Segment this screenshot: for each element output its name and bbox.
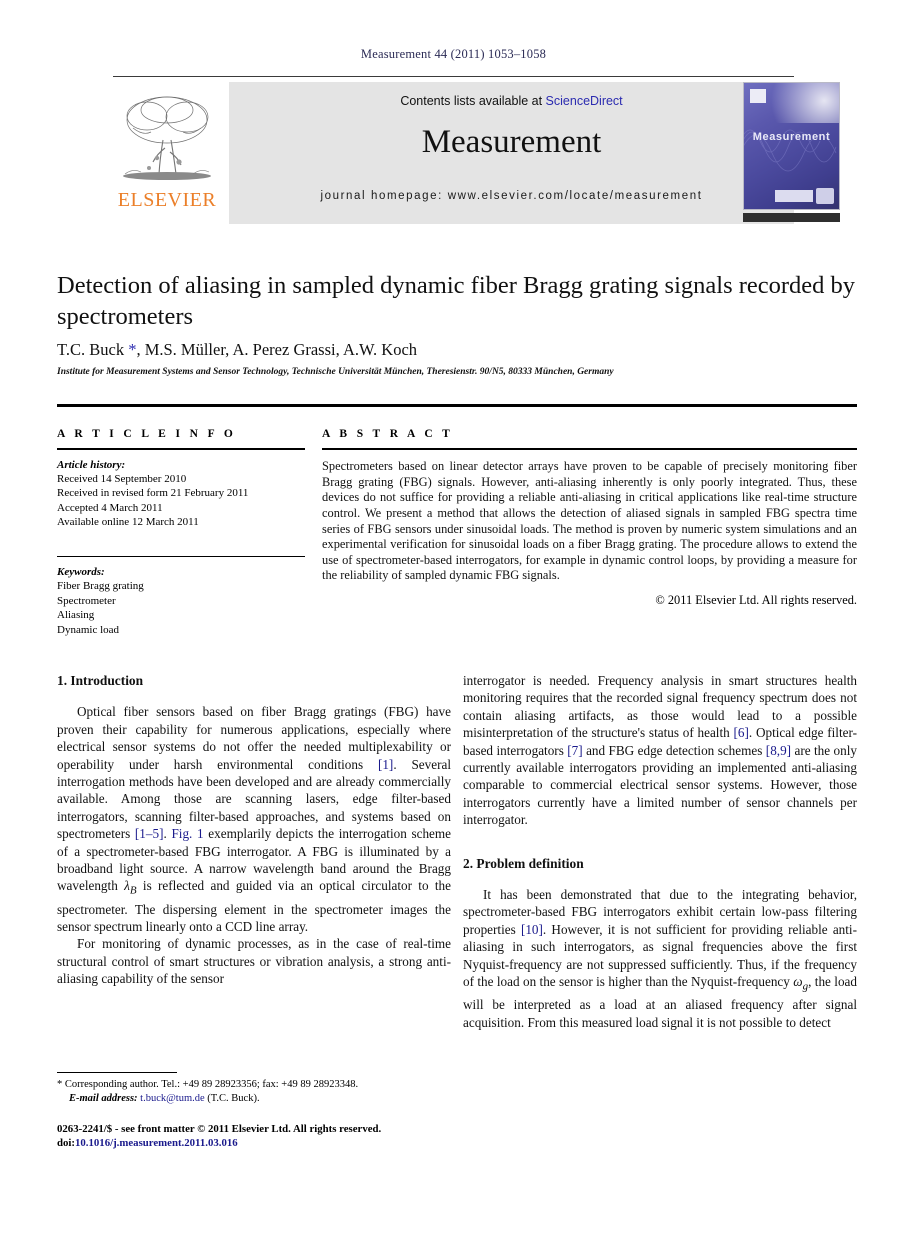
abstract-column: A B S T R A C T Spectrometers based on l… — [322, 428, 857, 608]
article-info-column: A R T I C L E I N F O Article history: R… — [57, 428, 305, 638]
contents-available-line: Contents lists available at ScienceDirec… — [229, 94, 794, 108]
history-accepted: Accepted 4 March 2011 — [57, 501, 163, 514]
keywords-rule — [57, 555, 305, 558]
masthead-rule — [113, 76, 794, 77]
abstract-rule — [322, 448, 857, 451]
page-title: Detection of aliasing in sampled dynamic… — [57, 272, 856, 330]
paragraph: interrogator is needed. Frequency analys… — [463, 672, 857, 829]
journal-masthead: ELSEVIER Contents lists available at Sci… — [113, 76, 794, 224]
contents-prefix: Contents lists available at — [400, 94, 546, 108]
email-address-label: E-mail address: — [69, 1092, 138, 1104]
article-history-label: Article history: — [57, 458, 126, 471]
citation-link[interactable]: [1] — [378, 757, 393, 772]
elsevier-logo: ELSEVIER — [113, 88, 221, 224]
symbol-lambda-subscript: B — [129, 885, 137, 898]
running-head: Measurement 44 (2011) 1053–1058 — [360, 47, 547, 61]
email-link[interactable]: t.buck@tum.de — [140, 1093, 205, 1104]
footnote-line-2: E-mail address: t.buck@tum.de (T.C. Buck… — [57, 1092, 451, 1106]
journal-homepage-link[interactable]: journal homepage: www.elsevier.com/locat… — [229, 190, 794, 202]
citation-link[interactable]: [6] — [734, 725, 749, 740]
paragraph: For monitoring of dynamic processes, as … — [57, 936, 451, 987]
body-column-right: interrogator is needed. Frequency analys… — [463, 672, 857, 1031]
citation-link[interactable]: [7] — [567, 743, 582, 758]
article-info-heading: A R T I C L E I N F O — [57, 428, 237, 440]
cover-title: Measurement — [752, 131, 831, 143]
keyword-item: Fiber Bragg grating — [57, 580, 144, 593]
keyword-item: Spectrometer — [57, 594, 116, 607]
paragraph: It has been demonstrated that due to the… — [463, 886, 857, 1031]
cover-waveform-icon — [744, 129, 837, 172]
affiliation: Institute for Measurement Systems and Se… — [57, 367, 614, 377]
abstract-copyright: © 2011 Elsevier Ltd. All rights reserved… — [655, 592, 857, 607]
author-others: , M.S. Müller, A. Perez Grassi, A.W. Koc… — [136, 340, 418, 359]
abstract-heading: A B S T R A C T — [322, 428, 454, 440]
cover-publisher-mark — [750, 89, 766, 103]
author-primary: T.C. Buck — [57, 340, 129, 359]
doi-link[interactable]: 10.1016/j.measurement.2011.03.016 — [75, 1137, 238, 1149]
abstract-text: Spectrometers based on linear detector a… — [322, 459, 857, 583]
imprint-front-matter: 0263-2241/$ - see front matter © 2011 El… — [57, 1123, 382, 1135]
cover-footer-strip — [775, 190, 813, 202]
para-text: and FBG edge detection schemes — [582, 742, 766, 758]
history-received: Received 14 September 2010 — [57, 472, 187, 485]
masthead-band: Contents lists available at ScienceDirec… — [229, 82, 794, 224]
keyword-item: Dynamic load — [57, 623, 120, 636]
cover-badge — [816, 188, 834, 204]
info-abstract-divider — [57, 404, 857, 407]
symbol-omega: ω — [793, 974, 803, 990]
footnote-rule — [57, 1072, 177, 1073]
author-list: T.C. Buck *, M.S. Müller, A. Perez Grass… — [57, 340, 857, 360]
imprint-doi-line: doi:10.1016/j.measurement.2011.03.016 — [57, 1136, 497, 1150]
article-info-rule — [57, 448, 305, 450]
citation-link[interactable]: [10] — [521, 922, 543, 937]
footnote-contact: Corresponding author. Tel.: +49 89 28923… — [62, 1079, 359, 1090]
section-heading-problem-definition: 2. Problem definition — [463, 855, 584, 871]
history-online: Available online 12 March 2011 — [57, 516, 199, 529]
cover-shadow-bar — [743, 213, 840, 222]
keyword-item: Aliasing — [57, 609, 95, 622]
elsevier-wordmark: ELSEVIER — [117, 189, 217, 211]
elsevier-tree-icon — [123, 96, 211, 180]
body-column-left: 1. Introduction Optical fiber sensors ba… — [57, 672, 451, 988]
keywords-label: Keywords: — [57, 566, 105, 579]
journal-title: Measurement — [421, 124, 602, 160]
section-heading-introduction: 1. Introduction — [57, 673, 144, 688]
email-owner: (T.C. Buck). — [204, 1092, 260, 1104]
imprint-block: 0263-2241/$ - see front matter © 2011 El… — [57, 1122, 497, 1150]
corresponding-author-footnote: * Corresponding author. Tel.: +49 89 289… — [57, 1078, 451, 1105]
figure-link[interactable]: Fig. 1 — [171, 826, 203, 841]
citation-link[interactable]: [8,9] — [766, 743, 791, 758]
footnote-line-1: * Corresponding author. Tel.: +49 89 289… — [57, 1078, 451, 1092]
doi-label: doi: — [57, 1137, 75, 1149]
citation-link[interactable]: [1–5] — [135, 826, 164, 841]
paragraph: Optical fiber sensors based on fiber Bra… — [57, 703, 451, 935]
history-revised: Received in revised form 21 February 201… — [57, 487, 249, 500]
sciencedirect-link[interactable]: ScienceDirect — [546, 94, 623, 108]
article-page: Measurement 44 (2011) 1053–1058 ELSEVIER… — [0, 0, 907, 1238]
journal-cover-thumbnail[interactable]: Measurement — [743, 82, 840, 210]
